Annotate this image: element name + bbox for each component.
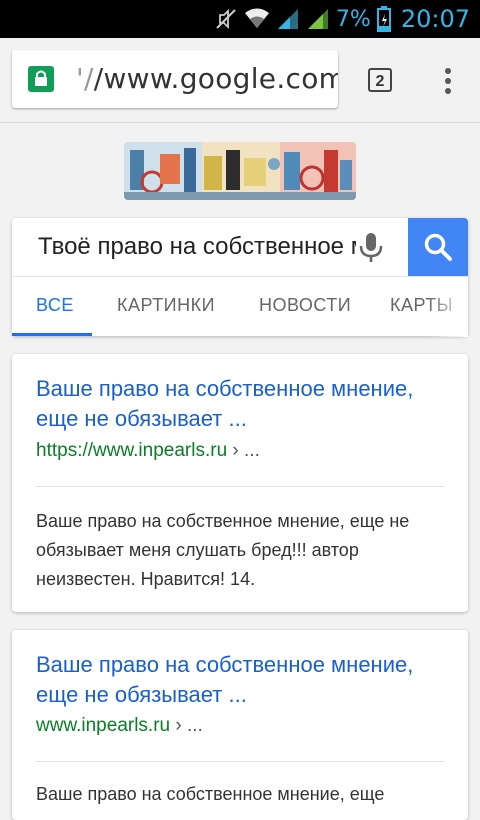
status-icons: 7% 20:07 bbox=[214, 0, 470, 38]
status-bar: 7% 20:07 bbox=[0, 0, 480, 38]
search-button[interactable] bbox=[408, 218, 468, 276]
search-input[interactable]: Твоё право на собственное мнение bbox=[12, 218, 408, 276]
search-card: Твоё право на собственное мнение ВСЕ КАР… bbox=[12, 218, 468, 337]
result-divider bbox=[36, 486, 444, 487]
mute-icon bbox=[216, 8, 236, 30]
clock: 20:07 bbox=[400, 5, 470, 33]
signal-icon-1 bbox=[277, 9, 298, 29]
microphone-icon[interactable] bbox=[358, 232, 384, 264]
search-result: Ваше право на собственное мнение, еще не… bbox=[12, 630, 468, 820]
tab-news[interactable]: НОВОСТИ bbox=[259, 295, 351, 316]
result-snippet: Ваше право на собственное мнение, еще не… bbox=[36, 511, 410, 589]
search-result: Ваше право на собственное мнение, еще не… bbox=[12, 354, 468, 612]
result-snippet: Ваше право на собственное мнение, еще bbox=[36, 784, 385, 804]
lock-icon bbox=[28, 66, 54, 92]
signal-icon-2 bbox=[307, 9, 328, 29]
result-url-breadcrumb: › ... bbox=[227, 440, 260, 461]
result-divider bbox=[36, 761, 444, 762]
battery-icon bbox=[376, 6, 391, 32]
result-url-domain: https://www.inpearls.ru bbox=[36, 440, 228, 461]
tab-switcher-button[interactable]: 2 bbox=[368, 68, 392, 92]
url-main: /www.google.com/s bbox=[93, 62, 338, 95]
result-title-link[interactable]: Ваше право на собственное мнение, еще не… bbox=[36, 374, 436, 434]
address-bar[interactable]: '//www.google.com/s bbox=[12, 50, 338, 108]
active-tab-indicator bbox=[12, 333, 92, 336]
search-icon bbox=[424, 233, 452, 261]
google-doodle[interactable] bbox=[124, 142, 356, 200]
tab-images[interactable]: КАРТИНКИ bbox=[117, 295, 215, 316]
url-prefix: '/ bbox=[76, 62, 94, 95]
result-url[interactable]: www.inpearls.ru › ... bbox=[36, 715, 203, 737]
result-url-domain: www.inpearls.ru bbox=[36, 715, 171, 736]
overflow-menu-icon[interactable] bbox=[438, 66, 458, 96]
browser-toolbar: '//www.google.com/s 2 bbox=[0, 38, 480, 123]
search-tabs: ВСЕ КАРТИНКИ НОВОСТИ КАРТЫ bbox=[12, 276, 468, 337]
battery-percent: 7% bbox=[335, 6, 371, 32]
url-text: '//www.google.com/s bbox=[76, 62, 338, 95]
result-url-breadcrumb: › ... bbox=[170, 715, 203, 736]
search-query-text: Твоё право на собственное мнение bbox=[38, 233, 356, 260]
result-url[interactable]: https://www.inpearls.ru › ... bbox=[36, 440, 260, 462]
wifi-icon bbox=[244, 8, 269, 28]
tabs-fade bbox=[428, 277, 468, 337]
result-title-link[interactable]: Ваше право на собственное мнение, еще не… bbox=[36, 650, 436, 710]
tab-all[interactable]: ВСЕ bbox=[36, 295, 74, 316]
